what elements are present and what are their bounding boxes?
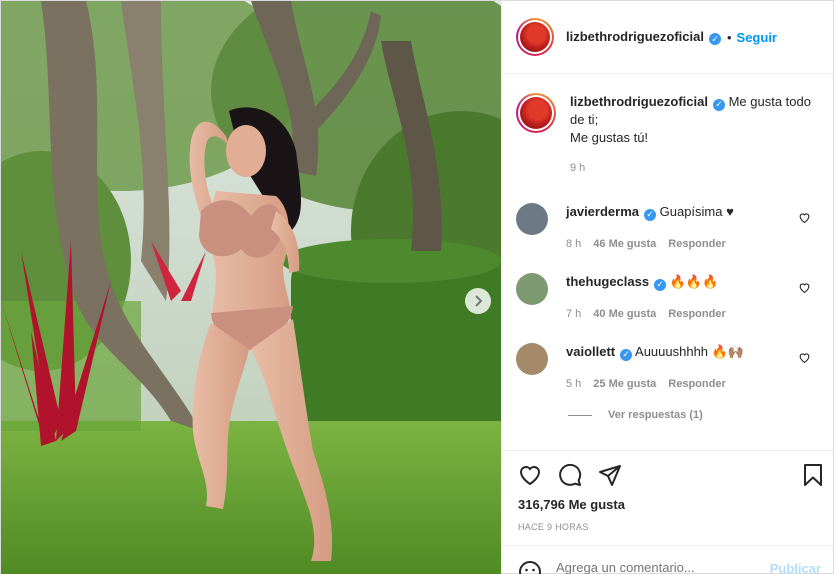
- caption-line2: Me gustas tú!: [570, 130, 649, 145]
- replies-divider: [568, 414, 592, 416]
- next-photo-button[interactable]: [465, 288, 491, 314]
- follow-button[interactable]: Seguir: [737, 30, 777, 45]
- comment-time[interactable]: 8 h: [566, 238, 581, 250]
- photo-scene: [1, 1, 501, 574]
- comment-text: Guapísima ♥: [659, 204, 734, 219]
- view-replies-label[interactable]: Ver respuestas (1): [608, 409, 703, 421]
- share-icon[interactable]: [598, 463, 622, 487]
- comment-like-icon[interactable]: [798, 281, 811, 294]
- reply-button[interactable]: Responder: [668, 238, 725, 250]
- comment-item: javierderma ✓ Guapísima ♥ 8 h 46 Me gusta R…: [516, 203, 819, 253]
- author-username[interactable]: lizbethrodriguezoficial ✓: [566, 29, 721, 46]
- caption-avatar[interactable]: [516, 93, 556, 133]
- chevron-right-icon: [475, 295, 483, 307]
- comment-time[interactable]: 5 h: [566, 378, 581, 390]
- verified-icon: ✓: [644, 208, 656, 221]
- view-replies-button[interactable]: Ver respuestas (1): [568, 409, 703, 421]
- comment-username[interactable]: thehugeclass: [566, 274, 649, 289]
- comment-username[interactable]: javierderma: [566, 204, 639, 219]
- save-button[interactable]: [801, 463, 825, 487]
- comment-likes[interactable]: 40 Me gusta: [593, 308, 656, 320]
- comment-input[interactable]: [556, 560, 786, 574]
- comment-icon[interactable]: [558, 463, 582, 487]
- verified-icon: ✓: [620, 348, 633, 361]
- add-comment-bar: Publicar: [502, 545, 833, 574]
- post-timestamp[interactable]: HACE 9 HORAS: [518, 522, 589, 532]
- post-header: lizbethrodriguezoficial ✓ • Seguir: [502, 1, 833, 74]
- commenter-avatar[interactable]: [516, 203, 548, 235]
- verified-icon: ✓: [708, 33, 721, 46]
- comment-item: thehugeclass ✓ 🔥🔥🔥 7 h 40 Me gusta Responde…: [516, 273, 819, 323]
- comment-like-icon[interactable]: [798, 211, 811, 224]
- post-caption: lizbethrodriguezoficial ✓ Me gusta todo d…: [516, 93, 819, 177]
- comment-text: 🔥🔥🔥: [669, 274, 719, 289]
- verified-icon: ✓: [654, 278, 667, 291]
- post-side-panel: lizbethrodriguezoficial ✓ • Seguir lizbet…: [501, 1, 833, 574]
- comment-like-icon[interactable]: [798, 351, 811, 364]
- comment-username[interactable]: vaiollett: [566, 344, 615, 359]
- publish-button[interactable]: Publicar: [770, 561, 821, 574]
- comment-likes[interactable]: 46 Me gusta: [593, 238, 656, 250]
- commenter-avatar[interactable]: [516, 343, 548, 375]
- comment-likes[interactable]: 25 Me gusta: [593, 378, 656, 390]
- comment-item: vaiollett ✓ Auuuushhhh 🔥🙌🏽 5 h 25 Me gusta…: [516, 343, 819, 393]
- caption-time[interactable]: 9 h: [570, 159, 819, 177]
- emoji-icon[interactable]: [518, 560, 542, 574]
- heart-icon[interactable]: [518, 463, 542, 487]
- post-photo[interactable]: [1, 1, 501, 574]
- bookmark-icon: [804, 464, 822, 486]
- author-avatar[interactable]: [516, 18, 554, 56]
- likes-count[interactable]: 316,796 Me gusta: [518, 497, 625, 512]
- verified-icon: ✓: [712, 98, 725, 111]
- caption-username[interactable]: lizbethrodriguezoficial: [570, 94, 708, 109]
- commenter-avatar[interactable]: [516, 273, 548, 305]
- comment-time[interactable]: 7 h: [566, 308, 581, 320]
- reply-button[interactable]: Responder: [668, 378, 725, 390]
- instagram-post: lizbethrodriguezoficial ✓ • Seguir lizbet…: [0, 0, 834, 574]
- reply-button[interactable]: Responder: [668, 308, 725, 320]
- author-name-text[interactable]: lizbethrodriguezoficial: [566, 29, 704, 44]
- comment-text: Auuuushhhh 🔥🙌🏽: [635, 344, 745, 359]
- separator-dot: •: [726, 29, 732, 45]
- post-actions: 316,796 Me gusta HACE 9 HORAS Publicar: [502, 450, 833, 574]
